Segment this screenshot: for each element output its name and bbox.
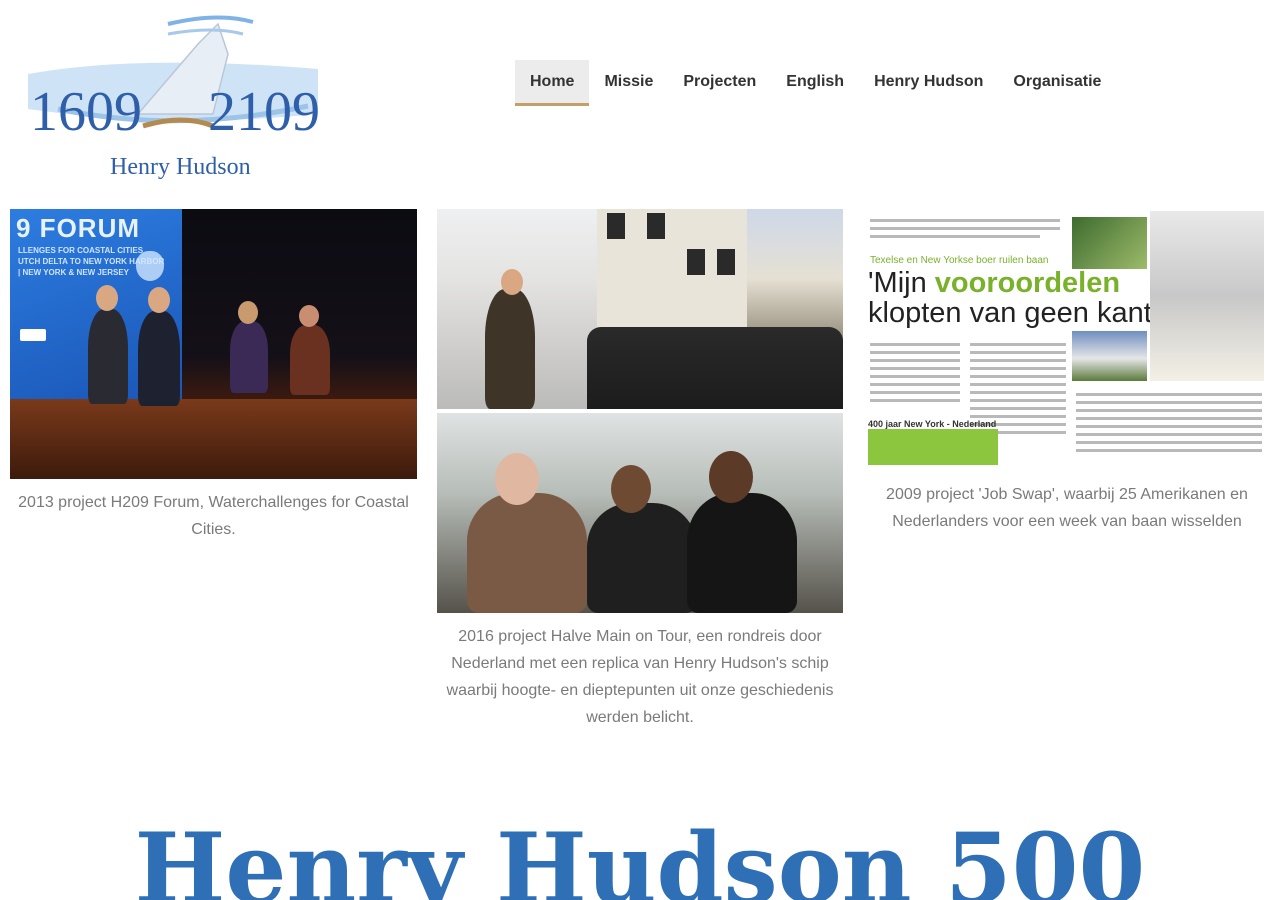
man-head [709,451,753,503]
main-nav: Home Missie Projecten English Henry Huds… [515,60,1116,106]
article-headline-line1: 'Mijn vooroordelen [868,267,1121,299]
logo-year-right: 2109 [208,81,320,143]
man-figure [687,493,797,613]
nav-item-missie[interactable]: Missie [589,60,668,106]
panelist-figure [138,311,180,406]
article-text-line [870,219,1060,222]
screen-title: 9 FORUM [16,213,140,243]
building [597,209,747,329]
window [647,213,665,239]
article-text-line [970,383,1066,386]
article-headline-line2: klopten van geen kant' [868,297,1158,329]
article-text-line [970,359,1066,362]
job-swap-photo[interactable]: Texelse en New Yorkse boer ruilen baan '… [866,209,1264,471]
nav-item-english[interactable]: English [771,60,859,106]
man-figure [467,493,587,613]
man-head [495,453,539,505]
forum-photo[interactable]: 9 FORUM LLENGES FOR COASTAL CITIES UTCH … [10,209,417,479]
panelist-head [238,301,258,324]
panelist-figure [290,325,330,395]
halve-main-photo[interactable] [437,209,843,613]
article-text-line [1076,417,1262,420]
article-text-line [970,367,1066,370]
article-box-title: 400 jaar New York - Nederland [868,419,997,429]
article-text-line [970,407,1066,410]
nav-item-henry-hudson[interactable]: Henry Hudson [859,60,998,106]
article-text-line [1076,449,1262,452]
article-text-line [870,227,1060,230]
article-text-line [870,359,960,362]
gallery-card-forum: 9 FORUM LLENGES FOR COASTAL CITIES UTCH … [10,209,417,543]
article-text-line [870,399,960,402]
article-text-line [870,367,960,370]
article-photo-cheese [1150,211,1264,381]
article-text-line [970,375,1066,378]
article-text-line [1076,441,1262,444]
nav-item-organisatie[interactable]: Organisatie [998,60,1116,106]
site-logo[interactable]: 1609 2109 Henry Hudson [18,14,328,184]
article-text-line [1076,425,1262,428]
section-title: Henry Hudson 500 [134,812,1146,900]
caption-forum: 2013 project H209 Forum, Waterchallenges… [18,494,409,538]
article-text-line [970,415,1066,418]
gallery-card-job-swap: Texelse en New Yorkse boer ruilen baan '… [866,209,1268,535]
article-text-line [1076,401,1262,404]
apple-icon [136,251,164,281]
panelist-figure [88,309,128,404]
window [607,213,625,239]
nav-item-home[interactable]: Home [515,60,590,106]
logo-name: Henry Hudson [110,154,251,180]
photo-bottom-interview [437,413,843,613]
stage-floor [10,399,417,479]
article-text-line [1076,409,1262,412]
article-text-line [1076,433,1262,436]
article-text-line [970,399,1066,402]
article-text-line [870,351,960,354]
panelist-head [96,285,118,311]
man-figure [587,503,697,613]
panelist-head [148,287,170,313]
article-text-line [870,383,960,386]
nav-item-projecten[interactable]: Projecten [668,60,771,106]
article-green-box [868,429,998,465]
speaker-head [501,269,523,295]
article-text-line [870,391,960,394]
window [687,249,705,275]
panelist-head [299,305,319,327]
article-text-line [870,375,960,378]
article-text-line [970,343,1066,346]
panelist-figure [230,321,268,393]
caption-halve-main: 2016 project Halve Main on Tour, een ron… [446,628,834,726]
photo-top-crowd [437,209,843,409]
ship-logo-icon: 1609 2109 Henry Hudson [28,15,320,180]
window [717,249,735,275]
man-head [611,465,651,513]
crowd [587,327,843,409]
gallery-card-halve-main: 2016 project Halve Main on Tour, een ron… [437,209,843,731]
caption-job-swap: 2009 project 'Job Swap', waarbij 25 Amer… [886,486,1248,530]
logo-year-left: 1609 [30,81,142,143]
speaker-figure [485,289,535,409]
article-text-line [870,343,960,346]
article-text-line [970,391,1066,394]
article-photo-house [1072,331,1147,381]
article-text-line [870,235,1040,238]
article-photo-farmers [1072,217,1147,269]
article-text-line [970,351,1066,354]
w-sign [20,329,46,341]
article-kicker: Texelse en New Yorkse boer ruilen baan [870,255,1049,266]
article-text-line [1076,393,1262,396]
